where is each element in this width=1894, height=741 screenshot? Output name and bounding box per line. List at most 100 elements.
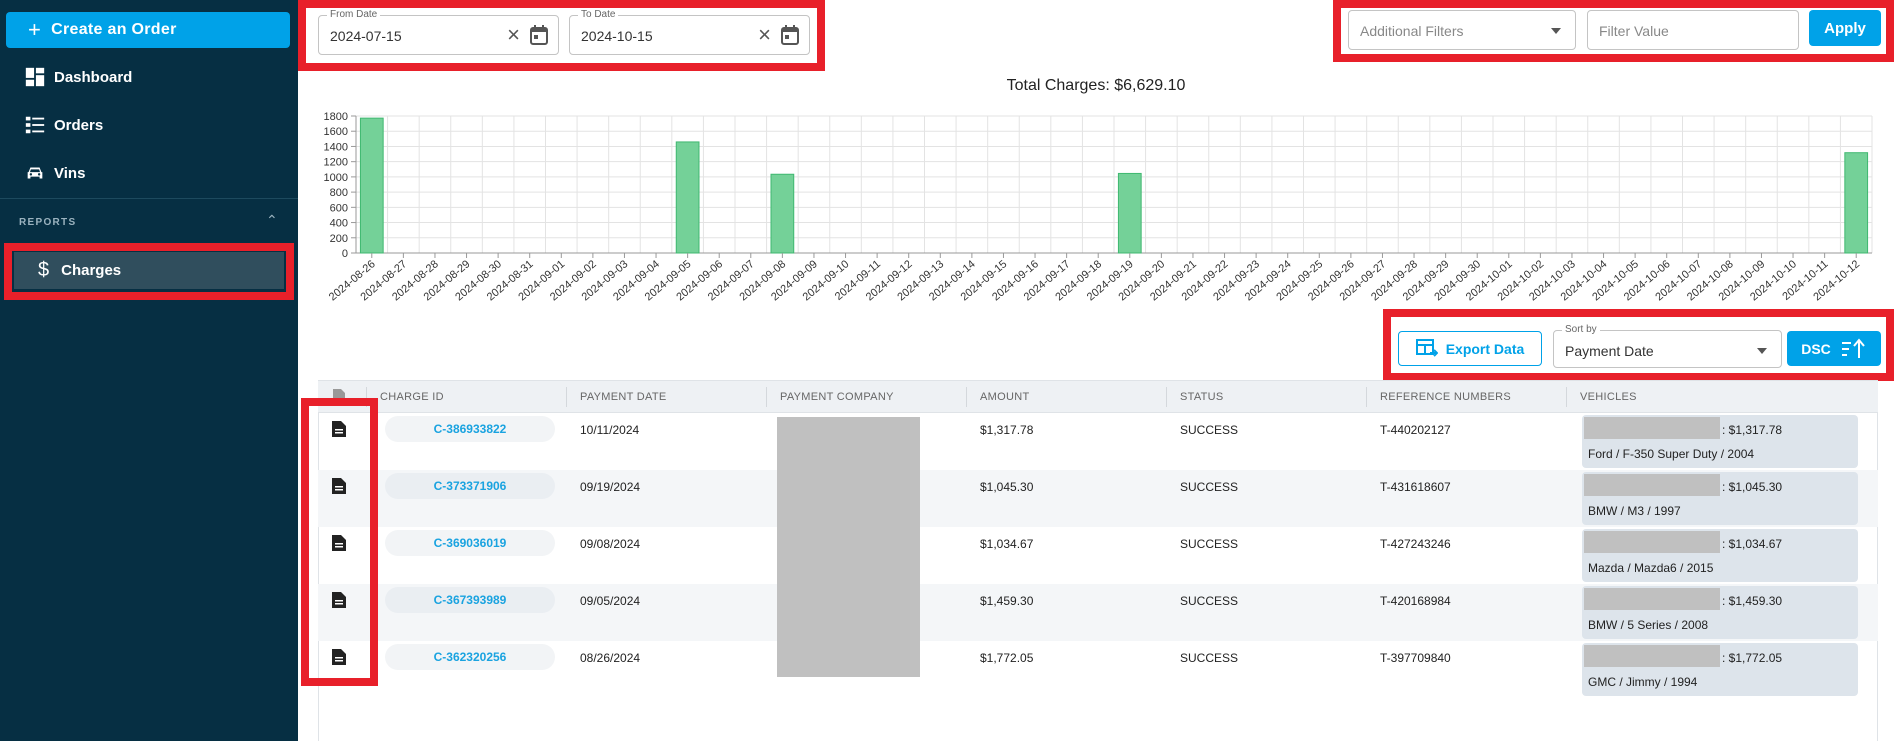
table-row: C-369036019 09/08/2024 $1,034.67 SUCCESS…	[318, 527, 1878, 584]
sidebar: + Create an Order Dashboard Orders Vins …	[0, 0, 298, 741]
document-icon[interactable]	[332, 535, 346, 551]
from-date-label: From Date	[327, 9, 381, 20]
sidebar-item-label: Orders	[54, 116, 104, 134]
to-date-field[interactable]: To Date 2024-10-15 ×	[569, 9, 810, 55]
sidebar-item-label: Vins	[54, 164, 86, 182]
header-status[interactable]: STATUS	[1180, 391, 1224, 403]
chart-bar	[675, 141, 700, 254]
status-cell: SUCCESS	[1180, 480, 1239, 494]
export-data-button[interactable]: Export Data	[1398, 331, 1542, 366]
status-cell: SUCCESS	[1180, 651, 1239, 665]
redacted-block	[1584, 588, 1720, 610]
document-icon	[333, 389, 345, 404]
sidebar-item-vins[interactable]: Vins	[24, 162, 85, 184]
charge-id-link[interactable]: C-362320256	[385, 644, 555, 670]
table-row: C-386933822 10/11/2024 $1,317.78 SUCCESS…	[318, 413, 1878, 470]
sort-by-label: Sort by	[1562, 324, 1600, 335]
y-tick-label: 200	[330, 233, 348, 245]
charge-id-link[interactable]: C-367393989	[385, 587, 555, 613]
header-vehicles[interactable]: VEHICLES	[1580, 391, 1637, 403]
apply-button[interactable]: Apply	[1809, 10, 1881, 46]
app-root: + Create an Order Dashboard Orders Vins …	[0, 0, 1894, 741]
payment-date-cell: 10/11/2024	[580, 423, 640, 437]
y-tick-label: 1800	[324, 111, 348, 123]
header-separator	[966, 387, 967, 407]
sort-by-select[interactable]: Sort by Payment Date	[1553, 324, 1782, 368]
charge-id-link[interactable]: C-386933822	[385, 416, 555, 442]
clear-icon[interactable]: ×	[507, 24, 520, 46]
header-payment-company[interactable]: PAYMENT COMPANY	[780, 391, 894, 403]
redacted-block	[1584, 531, 1720, 553]
header-separator	[1566, 387, 1567, 407]
charge-id-link[interactable]: C-373371906	[385, 473, 555, 499]
chevron-up-icon[interactable]: ⌃	[266, 212, 278, 229]
vehicle-name: BMW / 5 Series / 2008	[1588, 618, 1709, 632]
header-charge-id[interactable]: CHARGE ID	[380, 391, 444, 403]
reference-cell: T-431618607	[1380, 480, 1451, 494]
y-tick-label: 400	[330, 218, 348, 230]
sort-by-value: Payment Date	[1565, 343, 1654, 359]
create-order-button[interactable]: + Create an Order	[6, 12, 290, 48]
to-date-label: To Date	[578, 9, 619, 20]
reference-cell: T-397709840	[1380, 651, 1451, 665]
additional-filters-placeholder: Additional Filters	[1360, 23, 1464, 39]
calendar-icon[interactable]	[781, 25, 799, 45]
header-payment-date[interactable]: PAYMENT DATE	[580, 391, 667, 403]
dropdown-arrow-icon	[1551, 28, 1561, 34]
additional-filters-select[interactable]: Additional Filters	[1348, 10, 1576, 50]
reference-cell: T-427243246	[1380, 537, 1451, 551]
header-separator	[1166, 387, 1167, 407]
calendar-icon[interactable]	[530, 25, 548, 45]
filter-value-input[interactable]: Filter Value	[1587, 10, 1799, 50]
sidebar-divider	[0, 198, 298, 199]
y-tick-label: 600	[330, 202, 348, 214]
payment-date-cell: 09/08/2024	[580, 537, 641, 551]
charge-id-link[interactable]: C-369036019	[385, 530, 555, 556]
from-date-field[interactable]: From Date 2024-07-15 ×	[318, 9, 559, 55]
header-amount[interactable]: AMOUNT	[980, 391, 1029, 403]
amount-cell: $1,034.67	[980, 537, 1034, 551]
redacted-payment-company	[777, 417, 920, 677]
y-tick-label: 1400	[324, 141, 348, 153]
vehicle-chip: : $1,772.05 GMC / Jimmy / 1994	[1582, 643, 1858, 696]
vehicle-chip: : $1,045.30 BMW / M3 / 1997	[1582, 472, 1858, 525]
sidebar-item-charges[interactable]: $ Charges	[14, 252, 284, 289]
table-row: C-373371906 09/19/2024 $1,045.30 SUCCESS…	[318, 470, 1878, 527]
sidebar-item-label: Charges	[61, 262, 122, 279]
create-order-label: Create an Order	[51, 21, 177, 38]
document-icon[interactable]	[332, 649, 346, 665]
vehicle-name: BMW / M3 / 1997	[1588, 504, 1681, 518]
header-reference-numbers[interactable]: REFERENCE NUMBERS	[1380, 391, 1511, 403]
vehicle-amount: : $1,459.30	[1722, 594, 1783, 608]
to-date-value: 2024-10-15	[581, 28, 653, 44]
reports-section-heading: REPORTS	[19, 217, 77, 228]
car-icon	[27, 167, 43, 179]
reference-cell: T-440202127	[1380, 423, 1451, 437]
dollar-icon: $	[38, 259, 50, 281]
table-row: C-367393989 09/05/2024 $1,459.30 SUCCESS…	[318, 584, 1878, 641]
header-separator	[1366, 387, 1367, 407]
sort-order-button[interactable]: DSC	[1787, 331, 1881, 366]
vehicle-amount: : $1,772.05	[1722, 651, 1783, 665]
y-tick-label: 1200	[324, 157, 348, 169]
status-cell: SUCCESS	[1180, 423, 1239, 437]
document-icon[interactable]	[332, 421, 346, 437]
sidebar-item-dashboard[interactable]: Dashboard	[24, 66, 132, 88]
payment-date-cell: 09/19/2024	[580, 480, 641, 494]
chart-title: Total Charges: $6,629.10	[1006, 77, 1186, 94]
clear-icon[interactable]: ×	[758, 24, 771, 46]
vehicle-chip: : $1,034.67 Mazda / Mazda6 / 2015	[1582, 529, 1858, 582]
y-tick-label: 1600	[324, 126, 348, 138]
document-icon[interactable]	[332, 592, 346, 608]
table-header: CHARGE ID PAYMENT DATE PAYMENT COMPANY A…	[318, 380, 1878, 413]
status-cell: SUCCESS	[1180, 537, 1239, 551]
chart-bar	[359, 117, 384, 254]
amount-cell: $1,772.05	[980, 651, 1034, 665]
amount-cell: $1,459.30	[980, 594, 1034, 608]
vehicle-name: Mazda / Mazda6 / 2015	[1588, 561, 1714, 575]
payment-date-cell: 09/05/2024	[580, 594, 641, 608]
sidebar-item-orders[interactable]: Orders	[24, 114, 103, 136]
document-icon[interactable]	[332, 478, 346, 494]
reference-cell: T-420168984	[1380, 594, 1451, 608]
sort-descending-icon	[1841, 337, 1865, 358]
